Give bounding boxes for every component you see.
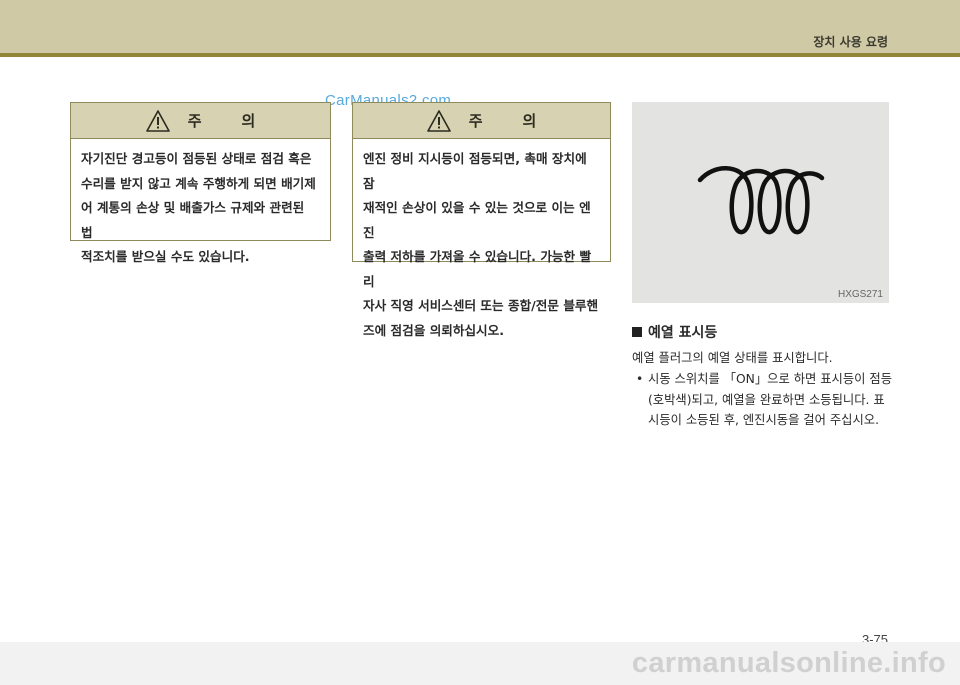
caution-header: 주의 bbox=[353, 103, 610, 139]
watermark-bottom-band: carmanualsonline.info bbox=[0, 642, 960, 685]
section-heading: 예열 표시등 bbox=[632, 322, 717, 342]
section-heading-text: 예열 표시등 bbox=[648, 325, 718, 341]
bullet-marker: • bbox=[636, 372, 644, 386]
bullet-line: 시동 스위치를 「ON」으로 하면 표시등이 점등 bbox=[648, 372, 893, 386]
caution-title: 주의 bbox=[468, 112, 537, 130]
bullet-item: • 시동 스위치를 「ON」으로 하면 표시등이 점등 (호박색)되고, 예열을… bbox=[632, 369, 894, 431]
square-bullet-icon bbox=[632, 327, 642, 337]
warning-triangle-icon bbox=[426, 109, 451, 132]
bullet-line: 시등이 소등된 후, 엔진시동을 걸어 주십시오. bbox=[648, 413, 879, 427]
image-code: HXGS271 bbox=[837, 289, 883, 300]
section-description: 예열 플러그의 예열 상태를 표시합니다. bbox=[632, 351, 833, 365]
caution-box-2: 주의 엔진 정비 지시등이 점등되면, 촉매 장치에 잠 재적인 손상이 있을 … bbox=[352, 102, 611, 338]
caution-line: 자사 직영 서비스센터 또는 종합/전문 블루핸 bbox=[363, 298, 599, 313]
caution-line: 어 계통의 손상 및 배출가스 규제와 관련된 법 bbox=[81, 200, 305, 240]
warning-triangle-icon bbox=[145, 109, 170, 132]
indicator-figure: HXGS271 bbox=[632, 102, 889, 303]
glow-plug-coil-icon bbox=[697, 166, 825, 235]
header-divider bbox=[0, 53, 960, 57]
bullet-line: (호박색)되고, 예열을 완료하면 소등됩니다. 표 bbox=[648, 392, 885, 407]
caution-line: 출력 저하를 가져올 수 있습니다. 가능한 빨리 bbox=[363, 249, 592, 289]
caution-line: 자기진단 경고등이 점등된 상태로 점검 혹은 bbox=[81, 151, 312, 166]
watermark-carmanualsonline: carmanualsonline.info bbox=[631, 647, 946, 679]
caution-line: 재적인 손상이 있을 수 있는 것으로 이는 엔진 bbox=[363, 200, 591, 240]
caution-line: 즈에 점검을 의뢰하십시오. bbox=[363, 322, 505, 338]
caution-header: 주의 bbox=[71, 103, 330, 139]
caution-text: 엔진 정비 지시등이 점등되면, 촉매 장치에 잠 재적인 손상이 있을 수 있… bbox=[353, 139, 610, 343]
caution-line: 적조치를 받으실 수도 있습니다. bbox=[81, 249, 250, 264]
caution-line: 수리를 받지 않고 계속 주행하게 되면 배기제 bbox=[81, 175, 316, 191]
section-title: 장치 사용 요령 bbox=[813, 35, 888, 49]
caution-line: 엔진 정비 지시등이 점등되면, 촉매 장치에 잠 bbox=[363, 151, 587, 191]
caution-text: 자기진단 경고등이 점등된 상태로 점검 혹은 수리를 받지 않고 계속 주행하… bbox=[71, 139, 330, 270]
caution-box-1: 주의 자기진단 경고등이 점등된 상태로 점검 혹은 수리를 받지 않고 계속 … bbox=[70, 102, 331, 264]
caution-title: 주의 bbox=[187, 112, 256, 130]
